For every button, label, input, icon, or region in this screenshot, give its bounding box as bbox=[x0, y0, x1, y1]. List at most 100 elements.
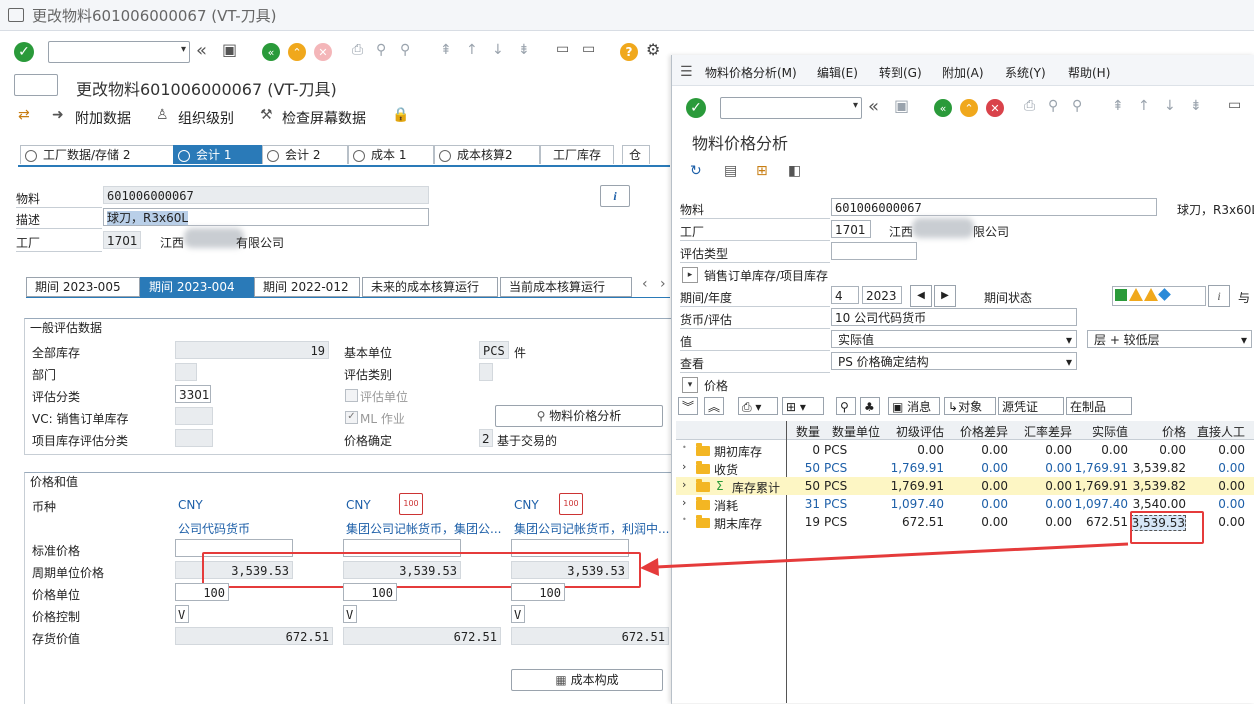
first-page-icon[interactable]: ⇞ bbox=[1112, 99, 1124, 113]
next-page-icon[interactable]: ↓ bbox=[1164, 99, 1176, 113]
price-ctrl-field-3[interactable]: V bbox=[511, 605, 525, 623]
price-unit-field-1[interactable]: 100 bbox=[175, 583, 229, 601]
col-price-diff[interactable]: 价格差异 bbox=[946, 423, 1008, 440]
next-period-icon[interactable]: ▶ bbox=[934, 285, 956, 307]
col-qty[interactable]: 数量 bbox=[788, 423, 820, 440]
table-row[interactable]: › Σ 库存累计 50 PCS 1,769.91 0.00 0.00 1,769… bbox=[676, 477, 1254, 495]
back-double-icon[interactable]: « bbox=[196, 42, 207, 60]
wip-button[interactable]: 在制品 bbox=[1066, 397, 1132, 415]
check-screen-button[interactable]: 检查屏幕数据 bbox=[282, 108, 366, 128]
col-price[interactable]: 价格 bbox=[1130, 423, 1186, 440]
tab-costing-1[interactable]: 成本 1 bbox=[348, 145, 434, 164]
next-page-icon[interactable]: ↓ bbox=[492, 43, 504, 57]
messages-button[interactable]: ▣ 消息 bbox=[888, 397, 940, 415]
cancel-icon[interactable]: ✕ bbox=[986, 99, 1004, 117]
back-double-icon[interactable]: « bbox=[868, 98, 879, 116]
val-class-field[interactable]: 3301 bbox=[175, 385, 211, 403]
tab-accounting-1[interactable]: 会计 1 bbox=[173, 145, 263, 164]
additional-data-button[interactable]: 附加数据 bbox=[75, 108, 131, 128]
org-levels-button[interactable]: 组织级别 bbox=[178, 108, 234, 128]
detail-icon[interactable]: ◧ bbox=[788, 164, 801, 178]
expand-row-icon[interactable]: › bbox=[682, 478, 686, 491]
exit-icon[interactable]: ⌃ bbox=[960, 99, 978, 117]
help-icon[interactable]: ? bbox=[620, 43, 638, 61]
command-field[interactable]: ▾ bbox=[720, 97, 862, 119]
menu-help[interactable]: 帮助(H) bbox=[1068, 64, 1110, 81]
menu-extras[interactable]: 附加(A) bbox=[942, 64, 984, 81]
tab-plant-stock[interactable]: 工厂库存 bbox=[540, 145, 614, 164]
year-field[interactable]: 2023 bbox=[862, 286, 902, 304]
menu-icon[interactable]: ☰ bbox=[680, 65, 693, 79]
col-primary[interactable]: 初级评估 bbox=[882, 423, 944, 440]
expand-icon[interactable]: ▸ bbox=[682, 267, 698, 283]
ml-checkbox[interactable]: ✓ bbox=[345, 411, 358, 424]
expand-row-icon[interactable]: › bbox=[682, 460, 686, 473]
gear-icon[interactable]: ⚙ bbox=[646, 42, 660, 58]
lock-icon[interactable]: 🔒 bbox=[392, 108, 409, 122]
new-session-icon[interactable]: ▭ bbox=[1228, 98, 1241, 112]
tab-plant-storage[interactable]: 工厂数据/存储 2 bbox=[20, 145, 174, 164]
print-icon[interactable]: ⎙ bbox=[352, 43, 363, 57]
period-tab-current-costing[interactable]: 当前成本核算运行 bbox=[500, 277, 632, 297]
back-icon[interactable]: « bbox=[934, 99, 952, 117]
menu-edit[interactable]: 编辑(E) bbox=[817, 64, 858, 81]
last-page-icon[interactable]: ⇟ bbox=[1190, 99, 1202, 113]
cancel-icon[interactable]: ✕ bbox=[314, 43, 332, 61]
info-icon[interactable]: i bbox=[600, 185, 630, 207]
cost-components-button[interactable]: ▦ 成本构成 bbox=[511, 669, 663, 691]
description-field[interactable]: 球刀，R3x60L bbox=[103, 208, 429, 226]
tab-more[interactable]: 仓 bbox=[622, 145, 650, 164]
period-tab-2022-012[interactable]: 期间 2022-012 bbox=[254, 277, 360, 297]
col-labor[interactable]: 直接人工 bbox=[1188, 423, 1245, 440]
print-menu-icon[interactable]: ⎙ ▾ bbox=[738, 397, 778, 415]
info-icon[interactable]: i bbox=[1208, 285, 1230, 307]
last-page-icon[interactable]: ⇟ bbox=[518, 43, 530, 57]
object-button[interactable]: ↳对象 bbox=[944, 397, 996, 415]
find-icon[interactable]: ⚲ bbox=[376, 43, 386, 57]
view-select[interactable]: PS 价格确定结构 ▾ bbox=[831, 352, 1077, 370]
table-row[interactable]: • 期初库存 0 PCS 0.00 0.00 0.00 0.00 0.00 0.… bbox=[676, 441, 1254, 459]
period-tab-future-costing[interactable]: 未来的成本核算运行 bbox=[362, 277, 498, 297]
print-icon[interactable]: ⎙ bbox=[1024, 99, 1035, 113]
save-icon[interactable]: ▣ bbox=[222, 42, 237, 58]
menu-goto[interactable]: 转到(G) bbox=[879, 64, 922, 81]
layout-menu-icon[interactable]: ⊞ ▾ bbox=[782, 397, 824, 415]
currency-select[interactable]: 10 公司代码货币 bbox=[831, 308, 1077, 326]
col-unit[interactable]: 数量单位 bbox=[822, 423, 880, 440]
period-tab-2023-004[interactable]: 期间 2023-004 bbox=[140, 277, 254, 297]
screen-menu-button[interactable] bbox=[14, 74, 58, 96]
expand-row-icon[interactable]: › bbox=[682, 496, 686, 509]
prev-page-icon[interactable]: ↑ bbox=[466, 43, 478, 57]
val-type-field[interactable] bbox=[831, 242, 917, 260]
material-field[interactable]: 601006000067 bbox=[831, 198, 1157, 216]
zoom-icon[interactable]: ⚲ bbox=[836, 397, 856, 415]
scroll-right-icon[interactable]: › bbox=[660, 277, 666, 291]
menu-price-analysis[interactable]: 物料价格分析(M) bbox=[705, 64, 797, 81]
tab-accounting-2[interactable]: 会计 2 bbox=[262, 145, 348, 164]
scroll-left-icon[interactable]: ‹ bbox=[642, 277, 648, 291]
price-ctrl-field-1[interactable]: V bbox=[175, 605, 189, 623]
source-doc-button[interactable]: 源凭证 bbox=[998, 397, 1064, 415]
price-unit-field-3[interactable]: 100 bbox=[511, 583, 565, 601]
col-fx-diff[interactable]: 汇率差异 bbox=[1010, 423, 1072, 440]
val-unit-checkbox[interactable] bbox=[345, 389, 358, 402]
prev-page-icon[interactable]: ↑ bbox=[1138, 99, 1150, 113]
hierarchy-icon[interactable]: ♣ bbox=[860, 397, 880, 415]
menu-system[interactable]: 系统(Y) bbox=[1005, 64, 1046, 81]
value-select[interactable]: 实际值 ▾ bbox=[831, 330, 1077, 348]
collapse-all-icon[interactable]: ︾ bbox=[678, 397, 698, 415]
level-select[interactable]: 层 + 较低层 ▾ bbox=[1087, 330, 1252, 348]
price-unit-field-2[interactable]: 100 bbox=[343, 583, 397, 601]
command-field[interactable]: ▾ bbox=[48, 41, 190, 63]
material-price-analysis-button[interactable]: ⚲ 物料价格分析 bbox=[495, 405, 663, 427]
period-field[interactable]: 4 bbox=[831, 286, 859, 304]
col-actual[interactable]: 实际值 bbox=[1074, 423, 1128, 440]
back-icon[interactable]: « bbox=[262, 43, 280, 61]
calendar-100-icon[interactable]: 100 bbox=[399, 493, 423, 515]
switch-icon[interactable]: ⇄ bbox=[18, 108, 30, 122]
expand-all-icon[interactable]: ︽ bbox=[704, 397, 724, 415]
shortcut-icon[interactable]: ▭ bbox=[582, 42, 595, 56]
period-tab-2023-005[interactable]: 期间 2023-005 bbox=[26, 277, 140, 297]
tab-costing-2[interactable]: 成本核算2 bbox=[434, 145, 540, 164]
exit-icon[interactable]: ⌃ bbox=[288, 43, 306, 61]
